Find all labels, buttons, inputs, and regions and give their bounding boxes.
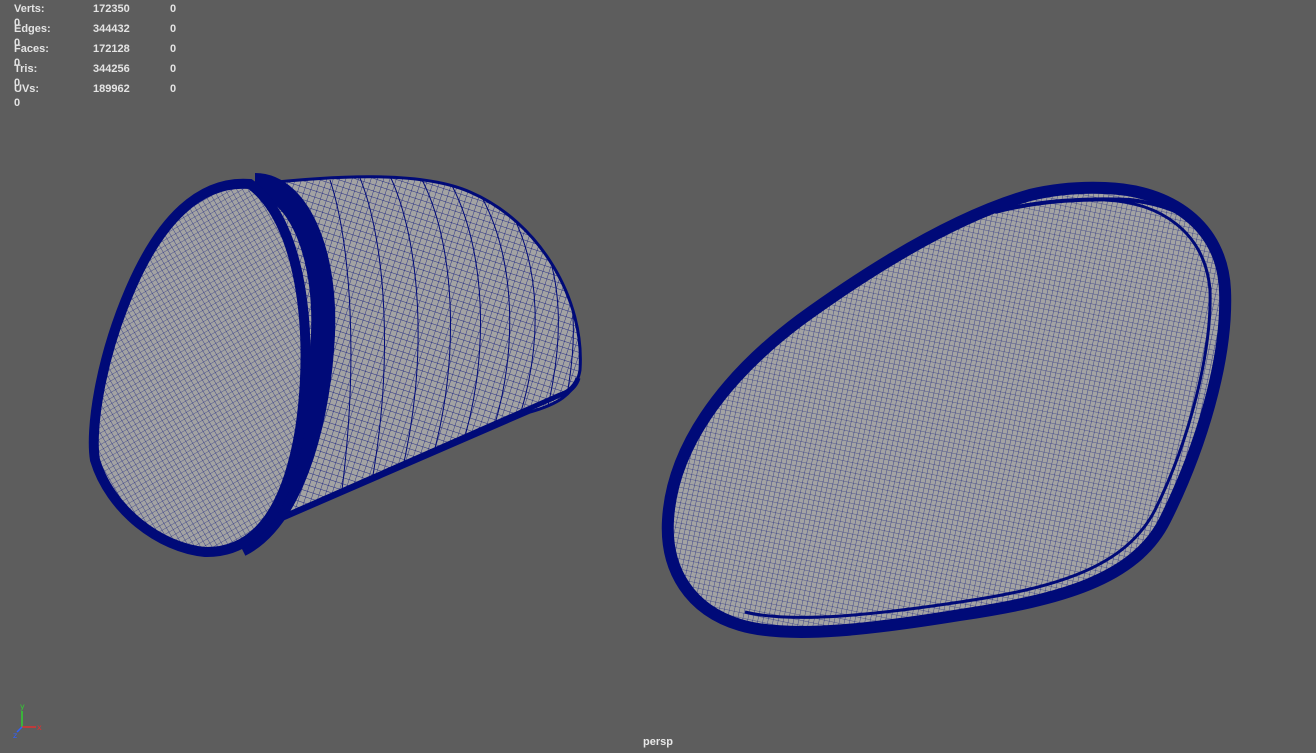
- hud-selected: 0: [170, 43, 177, 55]
- 3d-viewport[interactable]: Verts: 172350 0 0 Edges: 344432 0 0 Face…: [0, 0, 1316, 753]
- hud-row-faces: Faces: 172128 0 0: [14, 42, 236, 69]
- hud-selected: 0: [170, 83, 177, 95]
- hud-label: Tris:: [14, 63, 38, 75]
- x-axis-label: x: [37, 723, 42, 732]
- hud-selected: 0: [170, 63, 177, 75]
- camera-name-label: persp: [643, 736, 673, 748]
- poly-count-hud: Verts: 172350 0 0 Edges: 344432 0 0 Face…: [14, 2, 236, 109]
- hud-row-uvs: UVs: 189962 0 0: [14, 82, 236, 109]
- hud-row-tris: Tris: 344256 0 0: [14, 62, 236, 89]
- hud-row-verts: Verts: 172350 0 0: [14, 2, 236, 29]
- hud-label: UVs:: [14, 83, 40, 95]
- left-mesh[interactable]: [88, 173, 582, 558]
- z-axis-line: [16, 726, 23, 733]
- hud-label: Edges:: [14, 23, 51, 35]
- hud-total: 189962: [93, 83, 130, 95]
- hud-total: 172350: [93, 3, 130, 15]
- hud-label: Faces:: [14, 43, 49, 55]
- hud-row-edges: Edges: 344432 0 0: [14, 22, 236, 49]
- hud-total: 172128: [93, 43, 130, 55]
- hud-total: 344256: [93, 63, 130, 75]
- hud-total: 344432: [93, 23, 130, 35]
- hud-selected: 0: [170, 23, 177, 35]
- hud-label: Verts:: [14, 3, 45, 15]
- hud-selected: 0: [170, 3, 177, 15]
- hud-highlighted: 0: [14, 97, 21, 109]
- scene-canvas[interactable]: [0, 0, 1316, 753]
- y-axis-label: y: [20, 702, 25, 711]
- axis-gizmo: y x z: [13, 702, 42, 740]
- right-mesh[interactable]: [661, 181, 1232, 638]
